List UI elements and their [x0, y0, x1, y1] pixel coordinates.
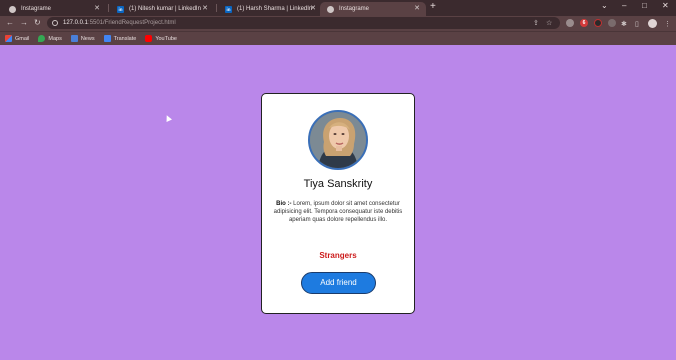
reload-icon[interactable]: ↻ — [34, 18, 41, 28]
linkedin-icon: in — [117, 5, 124, 13]
friend-request-card: Tiya Sanskrity Bio :- Lorem, ipsum dolor… — [261, 93, 415, 314]
tab-divider — [216, 4, 217, 12]
bookmark-label: Gmail — [15, 35, 30, 42]
tab-instagrame-active[interactable]: Instagrame ✕ — [320, 2, 426, 16]
tab-bar: Instagrame ✕ in (1) Nitesh kumar | Linke… — [0, 0, 676, 16]
extension-icon[interactable] — [594, 19, 602, 27]
bookmark-translate[interactable]: Translate — [103, 35, 137, 42]
share-icon[interactable]: ⇪ — [533, 19, 539, 27]
window-close-icon[interactable]: ✕ — [662, 1, 669, 10]
tab-linkedin-harsh[interactable]: in (1) Harsh Sharma | LinkedIn ✕ — [218, 2, 322, 16]
forward-icon[interactable]: → — [20, 18, 28, 28]
add-friend-button[interactable]: Add friend — [301, 272, 376, 294]
tab-search-icon[interactable]: ⌄ — [601, 1, 608, 10]
sidebar-icon[interactable]: ▯ — [635, 20, 639, 28]
puzzle-icon[interactable]: ✱ — [621, 20, 627, 28]
new-tab-button[interactable]: + — [430, 1, 436, 12]
bookmark-youtube[interactable]: YouTube — [145, 35, 177, 42]
bookmark-maps[interactable]: Maps — [38, 35, 62, 42]
tab-instagrame-1[interactable]: Instagrame ✕ — [2, 2, 106, 16]
bio-label: Bio :- — [276, 201, 292, 207]
close-icon[interactable]: ✕ — [310, 5, 316, 12]
globe-icon — [327, 5, 334, 13]
tab-title: Instagrame — [21, 6, 52, 12]
globe-icon — [9, 5, 16, 13]
bookmark-gmail[interactable]: Gmail — [5, 35, 29, 42]
close-icon[interactable]: ✕ — [94, 5, 100, 12]
site-info-icon[interactable] — [52, 20, 58, 26]
youtube-icon — [145, 35, 153, 42]
linkedin-icon: in — [225, 5, 232, 13]
mouse-cursor-icon — [164, 114, 172, 122]
tab-title: Instagrame — [339, 6, 370, 12]
gmail-icon — [5, 35, 12, 42]
profile-name: Tiya Sanskrity — [303, 178, 373, 190]
tab-divider — [108, 4, 109, 12]
extension-icon[interactable] — [566, 19, 574, 27]
news-icon — [70, 35, 78, 42]
extension-icon[interactable] — [608, 19, 616, 27]
extension-badge-icon[interactable]: 6 — [580, 19, 588, 27]
maximize-icon[interactable]: □ — [642, 1, 647, 10]
avatar — [308, 110, 368, 170]
friend-status: Strangers — [319, 251, 357, 260]
maps-icon — [38, 35, 46, 42]
bookmark-label: YouTube — [155, 35, 177, 42]
menu-icon[interactable]: ⋮ — [664, 20, 671, 28]
close-icon[interactable]: ✕ — [414, 5, 420, 12]
bookmark-label: Translate — [113, 35, 137, 42]
bookmark-news[interactable]: News — [70, 35, 95, 42]
translate-icon — [103, 35, 111, 42]
tab-title: (1) Harsh Sharma | LinkedIn — [237, 6, 313, 12]
bookmark-label: Maps — [48, 35, 62, 42]
browser-toolbar: ← → ↻ 127.0.0.1:5501/FriendRequestProjec… — [0, 16, 676, 31]
url-path: :5501/FriendRequestProject.html — [88, 20, 176, 26]
avatar-portrait-icon — [310, 112, 366, 168]
tab-title: (1) Nitesh kumar | LinkedIn — [129, 6, 201, 12]
back-icon[interactable]: ← — [6, 18, 14, 28]
tab-linkedin-nitesh[interactable]: in (1) Nitesh kumar | LinkedIn ✕ — [110, 2, 214, 16]
close-icon[interactable]: ✕ — [202, 5, 208, 12]
bookmark-label: News — [80, 35, 95, 42]
profile-bio: Bio :- Lorem, ipsum dolor sit amet conse… — [272, 200, 404, 224]
url-host: 127.0.0.1 — [63, 20, 89, 26]
address-bar[interactable]: 127.0.0.1:5501/FriendRequestProject.html… — [47, 17, 560, 29]
bio-text: Lorem, ipsum dolor sit amet consectetur … — [273, 201, 403, 223]
profile-avatar-icon[interactable] — [648, 19, 657, 28]
minimize-icon[interactable]: – — [622, 1, 626, 10]
bookmark-star-icon[interactable]: ☆ — [546, 19, 552, 27]
bookmarks-bar: Gmail Maps News Translate YouTube — [0, 31, 676, 45]
